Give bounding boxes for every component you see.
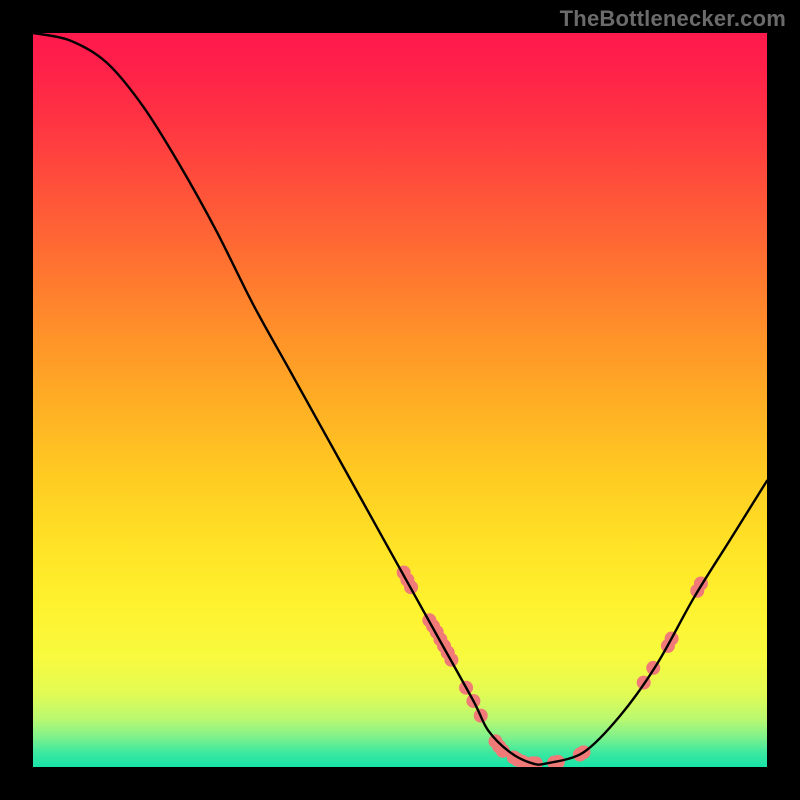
gradient-background [33, 33, 767, 767]
plot-area [33, 33, 767, 767]
watermark-text: TheBottlenecker.com [560, 6, 786, 32]
chart-svg [33, 33, 767, 767]
chart-container: TheBottlenecker.com [0, 0, 800, 800]
